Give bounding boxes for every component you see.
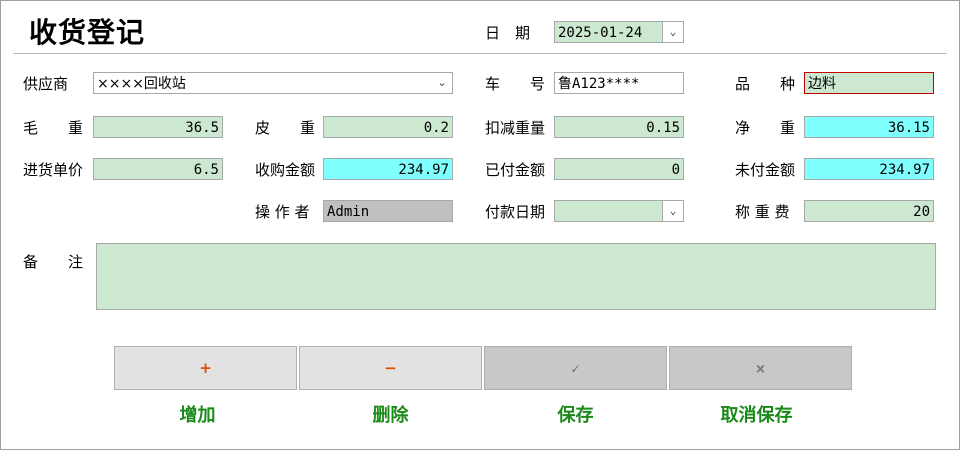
unpaid-amount-input[interactable]: 234.97 (804, 158, 934, 180)
date-picker-icon[interactable]: ⌄ (662, 22, 683, 42)
pay-date-label: 付款日期 (485, 203, 546, 221)
deduct-weight-input[interactable]: 0.15 (554, 116, 684, 138)
variety-label: 品 种 (735, 75, 796, 93)
cancel-save-button-label[interactable]: 取消保存 (665, 401, 848, 427)
page-title: 收货登记 (29, 16, 146, 49)
purchase-amount-input[interactable]: 234.97 (323, 158, 453, 180)
delete-button-label[interactable]: 删除 (299, 401, 482, 427)
remark-textarea[interactable] (96, 243, 936, 310)
operator-input: Admin (323, 200, 453, 222)
save-button[interactable]: ✓ (484, 346, 667, 390)
close-icon: × (755, 362, 766, 377)
gross-weight-input[interactable]: 36.5 (93, 116, 223, 138)
chevron-down-icon[interactable]: ⌄ (432, 73, 452, 93)
date-value: 2025-01-24 (558, 25, 643, 41)
plate-input[interactable]: 鲁A123**** (554, 72, 684, 94)
unit-price-input[interactable]: 6.5 (93, 158, 223, 180)
weigh-fee-input[interactable]: 20 (804, 200, 934, 222)
form-window: 收货登记 日 期 2025-01-24 ⌄ 供应商 ××××回收站 ⌄ 车 号 … (0, 0, 960, 450)
pay-date-field[interactable]: ⌄ (554, 200, 684, 222)
gross-weight-label: 毛 重 (23, 119, 84, 137)
weigh-fee-label: 称 重 费 (735, 203, 790, 221)
save-button-label[interactable]: 保存 (484, 401, 667, 427)
net-weight-input[interactable]: 36.15 (804, 116, 934, 138)
purchase-amount-label: 收购金额 (255, 161, 316, 179)
remark-label: 备 注 (23, 253, 84, 271)
unit-price-label: 进货单价 (23, 161, 84, 179)
supplier-select[interactable]: ××××回收站 ⌄ (93, 72, 453, 94)
plus-icon: + (199, 359, 212, 377)
variety-input[interactable]: 边料 (804, 72, 934, 94)
delete-button[interactable]: − (299, 346, 482, 390)
add-button[interactable]: + (114, 346, 297, 390)
plate-label: 车 号 (485, 75, 546, 93)
check-icon: ✓ (570, 362, 581, 376)
tare-weight-input[interactable]: 0.2 (323, 116, 453, 138)
add-button-label[interactable]: 增加 (106, 401, 289, 427)
net-weight-label: 净 重 (735, 119, 796, 137)
minus-icon: − (384, 359, 397, 377)
tare-weight-label: 皮 重 (255, 119, 316, 137)
pay-date-picker-icon[interactable]: ⌄ (662, 201, 683, 221)
paid-amount-label: 已付金额 (485, 161, 546, 179)
operator-label: 操 作 者 (255, 203, 310, 221)
supplier-label: 供应商 (23, 75, 69, 93)
paid-amount-input[interactable]: 0 (554, 158, 684, 180)
date-label: 日 期 (485, 24, 531, 42)
title-divider (13, 53, 947, 55)
supplier-value: ××××回收站 (97, 76, 186, 92)
unpaid-amount-label: 未付金额 (735, 161, 796, 179)
date-field[interactable]: 2025-01-24 ⌄ (554, 21, 684, 43)
cancel-save-button[interactable]: × (669, 346, 852, 390)
deduct-weight-label: 扣减重量 (485, 119, 546, 137)
